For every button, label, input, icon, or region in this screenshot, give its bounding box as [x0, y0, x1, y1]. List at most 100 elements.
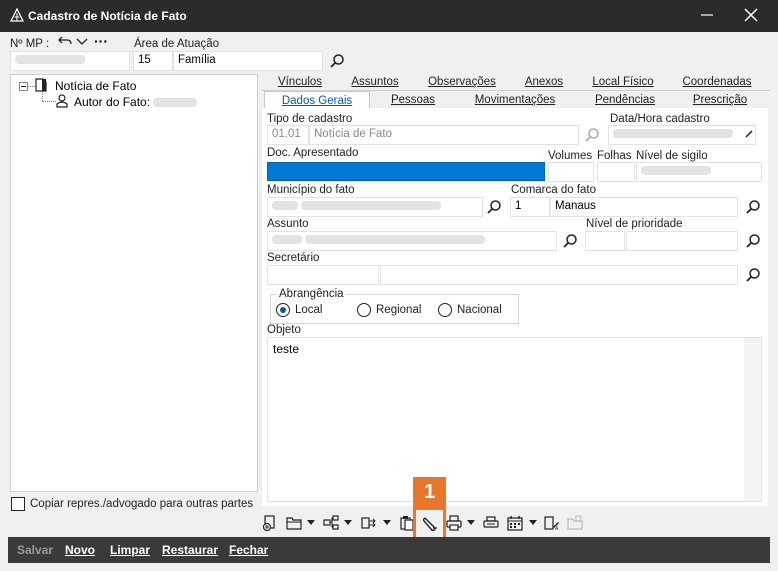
objeto-text: teste	[273, 342, 300, 356]
dropdown-arrow-icon[interactable]	[744, 129, 754, 139]
search-icon[interactable]	[562, 233, 578, 249]
radio-nacional-label[interactable]: Nacional	[457, 304, 502, 316]
tree-child[interactable]: Autor do Fato:	[74, 95, 198, 109]
comarca-name-field[interactable]: Manaus	[550, 197, 738, 217]
tipo-name-field[interactable]: Notícia de Fato	[309, 125, 579, 145]
hierarchy-icon[interactable]	[323, 515, 339, 531]
chevron-down-icon[interactable]	[76, 36, 88, 46]
annotation-badge: 1	[413, 477, 446, 507]
radio-regional[interactable]	[357, 303, 371, 317]
tab-coordenadas[interactable]: Coordenadas	[670, 76, 764, 88]
area-code-field[interactable]: 15	[133, 51, 173, 71]
tab-assuntos[interactable]: Assuntos	[338, 76, 412, 88]
objeto-textarea[interactable]: teste	[267, 337, 762, 502]
salvar-button[interactable]: Salvar	[17, 543, 53, 557]
volumes-label: Volumes	[548, 150, 593, 162]
tree-connector-v	[42, 91, 43, 101]
tab-pessoas[interactable]: Pessoas	[372, 94, 454, 106]
collapse-icon[interactable]	[19, 82, 28, 91]
novo-button[interactable]: Novo	[65, 543, 95, 557]
dropdown-icon[interactable]	[467, 520, 475, 526]
window-title: Cadastro de Notícia de Fato	[28, 9, 187, 23]
tree-child-label: Autor do Fato:	[74, 95, 151, 109]
prioridade-code-field[interactable]	[585, 231, 625, 251]
tab-anexos[interactable]: Anexos	[512, 76, 576, 88]
area-name-field[interactable]: Família	[173, 51, 323, 71]
printer-icon[interactable]	[483, 515, 499, 531]
tab-local-fisico[interactable]: Local Físico	[576, 76, 670, 88]
transfer-icon[interactable]	[361, 515, 377, 531]
prioridade-label: Nível de prioridade	[586, 218, 683, 230]
undo-icon[interactable]	[58, 35, 72, 47]
doc-field[interactable]	[267, 162, 545, 181]
radio-local[interactable]	[276, 303, 290, 317]
abrangencia-label: Abrangência	[277, 288, 346, 300]
folhas-field[interactable]	[597, 162, 635, 182]
municipio-label: Município do fato	[267, 184, 355, 196]
tab-observacoes[interactable]: Observações	[412, 76, 512, 88]
svg-text:A: A	[555, 526, 559, 531]
objeto-label: Objeto	[267, 324, 301, 336]
volumes-field[interactable]	[548, 162, 594, 182]
app-logo-icon	[10, 8, 24, 22]
search-icon[interactable]	[745, 199, 761, 215]
edit-document-icon[interactable]: A	[544, 515, 560, 531]
municipio-field[interactable]	[267, 197, 483, 217]
dropdown-icon[interactable]	[307, 520, 315, 526]
objeto-scrollbar[interactable]	[744, 338, 761, 501]
search-icon[interactable]	[584, 127, 600, 143]
copy-checkbox[interactable]	[11, 497, 25, 511]
dropdown-icon[interactable]	[529, 520, 537, 526]
radio-regional-label[interactable]: Regional	[376, 304, 421, 316]
tab-pendencias[interactable]: Pendências	[576, 94, 674, 106]
tree-connector-h	[42, 101, 56, 102]
dropdown-icon[interactable]	[344, 520, 352, 526]
tab-vinculos[interactable]: Vínculos	[262, 76, 338, 88]
more-icon[interactable]: ···	[94, 33, 108, 49]
tipo-code-field[interactable]: 01.01	[267, 125, 309, 145]
secretario-name-field[interactable]	[380, 265, 738, 285]
assunto-field[interactable]	[267, 231, 557, 251]
comarca-code-field[interactable]: 1	[510, 197, 550, 217]
folder-icon[interactable]	[286, 515, 302, 531]
copy-checkbox-label: Copiar repres./advogado para outras part…	[30, 498, 254, 510]
sigilo-label: Nível de sigilo	[636, 150, 708, 162]
add-document-icon[interactable]	[262, 515, 278, 531]
prioridade-name-field[interactable]	[626, 231, 738, 251]
folhas-label: Folhas	[597, 150, 632, 162]
secretario-code-field[interactable]	[267, 265, 379, 285]
search-icon[interactable]	[745, 233, 761, 249]
print-icon[interactable]	[446, 515, 462, 531]
tab-dados-gerais[interactable]: Dados Gerais	[264, 91, 370, 109]
tab-prescricao[interactable]: Prescrição	[674, 94, 766, 106]
dropdown-icon[interactable]	[383, 520, 391, 526]
area-label: Área de Atuação	[134, 38, 220, 50]
radio-nacional[interactable]	[438, 303, 452, 317]
data-field[interactable]	[608, 125, 756, 145]
sigilo-field[interactable]	[636, 162, 762, 182]
document-icon	[35, 78, 47, 92]
mp-number-field[interactable]	[10, 51, 130, 71]
search-icon[interactable]	[329, 53, 345, 69]
tipo-label: Tipo de cadastro	[267, 113, 353, 125]
restaurar-button[interactable]: Restaurar	[162, 543, 218, 557]
tree-panel: Notícia de Fato Autor do Fato:	[10, 74, 258, 492]
fechar-button[interactable]: Fechar	[229, 543, 268, 557]
radio-local-label[interactable]: Local	[295, 304, 323, 316]
minimize-icon[interactable]	[700, 8, 714, 22]
close-icon[interactable]	[742, 6, 760, 24]
secretario-label: Secretário	[267, 252, 320, 264]
doc-label: Doc. Apresentado	[267, 147, 359, 159]
tab-movimentacoes[interactable]: Movimentações	[454, 94, 576, 106]
calendar-icon[interactable]	[507, 515, 523, 531]
title-bar: Cadastro de Notícia de Fato	[0, 0, 778, 32]
search-icon[interactable]	[745, 267, 761, 283]
search-icon[interactable]	[486, 199, 502, 215]
limpar-button[interactable]: Limpar	[110, 543, 150, 557]
mp-label: Nº MP :	[10, 38, 50, 50]
disabled-folder-icon	[567, 515, 583, 530]
person-icon	[56, 94, 68, 108]
attachment-icon[interactable]	[422, 515, 438, 531]
tree-root-label[interactable]: Notícia de Fato	[55, 79, 136, 93]
tree-connector	[28, 86, 35, 87]
